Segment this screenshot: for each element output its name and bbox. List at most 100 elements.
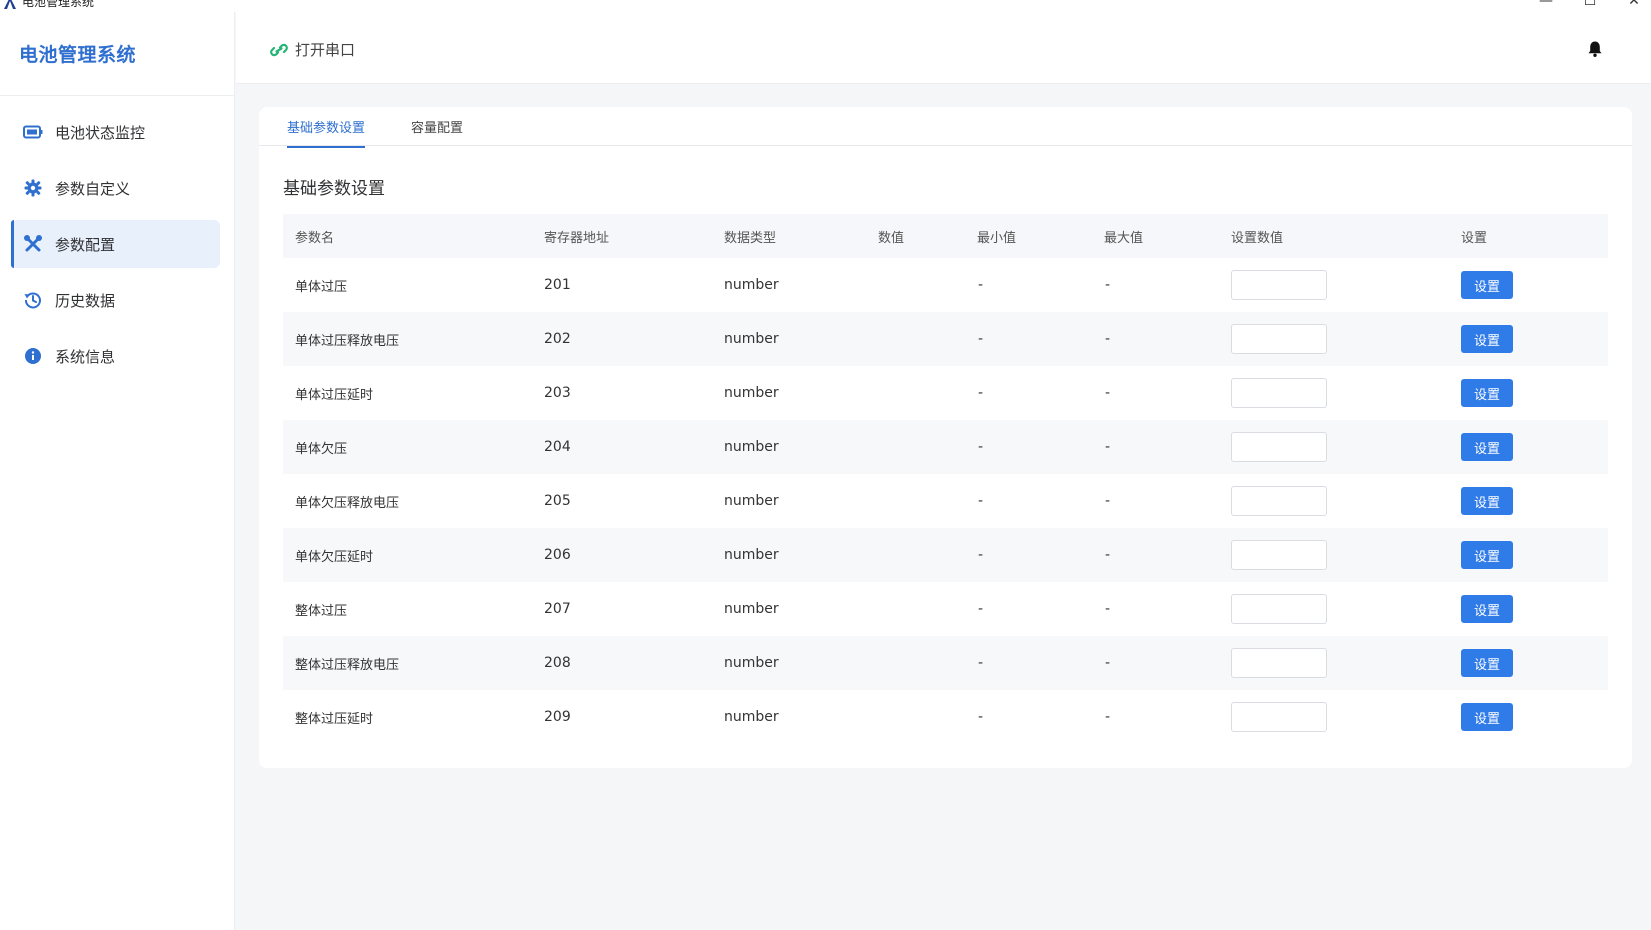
table-row: 整体过压 207 number - - 设置 xyxy=(283,582,1608,636)
table-row: 整体过压延时 209 number - - 设置 xyxy=(283,690,1608,744)
register-address: 202 xyxy=(544,331,571,347)
maximize-button[interactable]: ☐ xyxy=(1580,0,1600,10)
min-value: - xyxy=(978,439,984,455)
param-name: 单体过压延时 xyxy=(295,387,374,403)
set-button[interactable]: 设置 xyxy=(1461,379,1513,407)
info-icon xyxy=(23,346,43,366)
register-address: 204 xyxy=(544,439,571,455)
data-type: number xyxy=(724,601,779,617)
data-type: number xyxy=(724,493,779,509)
data-type: number xyxy=(724,331,779,347)
register-address: 208 xyxy=(544,655,571,671)
data-type: number xyxy=(724,709,779,725)
set-value-input[interactable] xyxy=(1231,648,1327,678)
col-header-name: 参数名 xyxy=(295,230,335,246)
top-header: 打开串口 xyxy=(236,12,1651,84)
close-button[interactable]: ✕ xyxy=(1624,0,1644,10)
minimize-icon: — xyxy=(1539,0,1553,9)
col-header-action: 设置 xyxy=(1461,230,1488,246)
register-address: 205 xyxy=(544,493,571,509)
col-header-max: 最大值 xyxy=(1104,230,1144,246)
set-value-input[interactable] xyxy=(1231,324,1327,354)
table-header: 参数名 寄存器地址 数据类型 数值 最小值 最大值 设置数值 设置 xyxy=(283,214,1608,258)
max-value: - xyxy=(1105,547,1111,563)
max-value: - xyxy=(1105,385,1111,401)
register-address: 206 xyxy=(544,547,571,563)
brand: 电池管理系统 xyxy=(0,12,234,96)
set-value-input[interactable] xyxy=(1231,702,1327,732)
tab-basic-params[interactable]: 基础参数设置 xyxy=(287,117,366,148)
bell-icon[interactable] xyxy=(1586,40,1604,58)
max-value: - xyxy=(1105,709,1111,725)
max-value: - xyxy=(1105,493,1111,509)
sidebar-item-param-config[interactable]: 参数配置 xyxy=(11,220,220,268)
sidebar-item-label: 电池状态监控 xyxy=(55,123,146,142)
set-button[interactable]: 设置 xyxy=(1461,487,1513,515)
param-name: 单体过压释放电压 xyxy=(295,333,400,349)
set-value-input[interactable] xyxy=(1231,594,1327,624)
open-serial-button[interactable]: 打开串口 xyxy=(270,39,355,60)
set-value-input[interactable] xyxy=(1231,270,1327,300)
min-value: - xyxy=(978,547,984,563)
close-icon: ✕ xyxy=(1628,0,1640,9)
set-button[interactable]: 设置 xyxy=(1461,433,1513,461)
window-title: 电池管理系统 xyxy=(22,0,95,9)
data-type: number xyxy=(724,385,779,401)
min-value: - xyxy=(978,493,984,509)
table-row: 单体欠压 204 number - - 设置 xyxy=(283,420,1608,474)
tools-icon xyxy=(23,234,43,254)
set-button[interactable]: 设置 xyxy=(1461,541,1513,569)
data-type: number xyxy=(724,277,779,293)
app-logo-icon xyxy=(4,0,16,9)
param-name: 整体过压释放电压 xyxy=(295,657,400,673)
set-button[interactable]: 设置 xyxy=(1461,649,1513,677)
link-icon xyxy=(270,43,288,56)
table-row: 单体欠压延时 206 number - - 设置 xyxy=(283,528,1608,582)
params-table: 参数名 寄存器地址 数据类型 数值 最小值 最大值 设置数值 设置 单体过压 2… xyxy=(283,214,1608,744)
gear-icon xyxy=(23,178,43,198)
min-value: - xyxy=(978,277,984,293)
set-button[interactable]: 设置 xyxy=(1461,325,1513,353)
max-value: - xyxy=(1105,277,1111,293)
set-value-input[interactable] xyxy=(1231,540,1327,570)
sidebar-item-label: 系统信息 xyxy=(55,347,116,366)
tab-capacity-config[interactable]: 容量配置 xyxy=(411,117,463,146)
max-value: - xyxy=(1105,331,1111,347)
set-value-input[interactable] xyxy=(1231,378,1327,408)
sidebar-item-label: 参数配置 xyxy=(55,235,116,254)
param-name: 单体欠压释放电压 xyxy=(295,495,400,511)
sidebar-item-system-info[interactable]: 系统信息 xyxy=(11,332,220,380)
register-address: 203 xyxy=(544,385,571,401)
min-value: - xyxy=(978,709,984,725)
col-header-address: 寄存器地址 xyxy=(544,230,610,246)
sidebar-item-battery-status[interactable]: 电池状态监控 xyxy=(11,108,220,156)
param-name: 整体过压延时 xyxy=(295,711,374,727)
sidebar-item-label: 历史数据 xyxy=(55,291,116,310)
data-type: number xyxy=(724,439,779,455)
col-header-set-value: 设置数值 xyxy=(1231,230,1284,246)
sidebar-nav: 电池状态监控 参数自定义 参数配置 历史数据 系统信息 xyxy=(0,96,234,380)
set-button[interactable]: 设置 xyxy=(1461,703,1513,731)
max-value: - xyxy=(1105,601,1111,617)
brand-title: 电池管理系统 xyxy=(19,44,137,66)
set-value-input[interactable] xyxy=(1231,486,1327,516)
data-type: number xyxy=(724,655,779,671)
table-row: 单体过压 201 number - - 设置 xyxy=(283,258,1608,312)
set-button[interactable]: 设置 xyxy=(1461,595,1513,623)
register-address: 207 xyxy=(544,601,571,617)
col-header-type: 数据类型 xyxy=(724,230,777,246)
minimize-button[interactable]: — xyxy=(1536,0,1556,10)
min-value: - xyxy=(978,385,984,401)
set-button[interactable]: 设置 xyxy=(1461,271,1513,299)
register-address: 209 xyxy=(544,709,571,725)
maximize-icon: ☐ xyxy=(1583,0,1597,9)
param-name: 单体过压 xyxy=(295,279,348,295)
set-value-input[interactable] xyxy=(1231,432,1327,462)
sidebar-item-history[interactable]: 历史数据 xyxy=(11,276,220,324)
sidebar-item-param-custom[interactable]: 参数自定义 xyxy=(11,164,220,212)
table-row: 单体过压延时 203 number - - 设置 xyxy=(283,366,1608,420)
section-title: 基础参数设置 xyxy=(283,179,385,199)
table-row: 单体过压释放电压 202 number - - 设置 xyxy=(283,312,1608,366)
tab-bar: 基础参数设置 容量配置 xyxy=(259,107,1632,148)
max-value: - xyxy=(1105,655,1111,671)
